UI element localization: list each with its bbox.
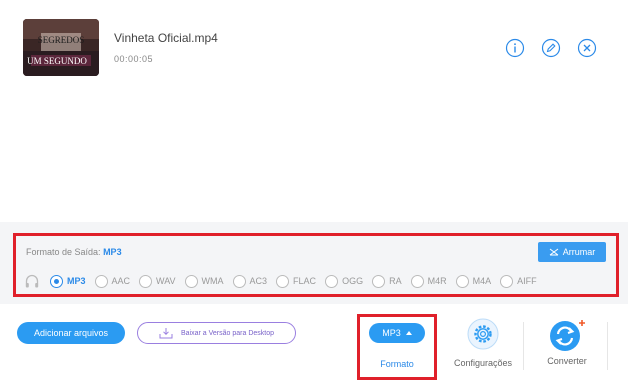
format-option-label: WMA [201,276,224,286]
settings-button[interactable]: Configurações [448,318,518,368]
convert-icon [550,320,585,351]
radio-button[interactable] [410,274,424,288]
thumbnail-text-1: SEGREDOS [38,35,85,45]
format-option-aiff[interactable]: AIFF [500,274,537,288]
format-selector: MP3 Formato [357,314,437,380]
format-option-label: OGG [342,276,364,286]
convert-label: Converter [547,356,587,366]
output-format-caption: Formato de Saída: [26,247,101,257]
radio-button[interactable] [139,274,153,288]
format-option-m4a[interactable]: M4A [455,274,492,288]
format-option-wma[interactable]: WMA [184,274,224,288]
format-option-label: MP3 [67,276,86,286]
radio-button[interactable] [232,274,246,288]
radio-button[interactable] [372,274,386,288]
arrumar-label: Arrumar [562,247,596,257]
format-option-wav[interactable]: WAV [139,274,176,288]
toolbar-divider [523,322,524,370]
format-dropdown-button[interactable]: MP3 [369,323,425,343]
settings-gear-icon [467,318,499,350]
format-option-label: RA [389,276,402,286]
info-icon[interactable] [505,38,525,58]
radio-button[interactable] [325,274,339,288]
format-option-ogg[interactable]: OGG [325,274,364,288]
format-option-label: FLAC [293,276,317,286]
format-option-flac[interactable]: FLAC [276,274,317,288]
format-option-label: AC3 [249,276,268,286]
headphone-icon [24,273,40,289]
settings-label: Configurações [453,358,513,368]
format-options: MP3 AAC WAV WMA AC3 FLAC OGG RA M4R M4A … [50,273,546,289]
radio-button[interactable] [184,274,198,288]
format-option-aac[interactable]: AAC [94,274,131,288]
close-icon[interactable] [577,38,597,58]
format-option-m4r[interactable]: M4R [410,274,447,288]
format-option-label: M4A [472,276,492,286]
file-duration: 00:00:05 [114,54,154,64]
toolbar-divider [607,322,608,370]
format-label: Formato [380,359,414,369]
radio-button[interactable] [50,274,63,288]
thumbnail-image: SEGREDOS UM SEGUNDO [23,19,99,76]
format-option-label: AAC [111,276,131,286]
format-option-label: M4R [427,276,447,286]
output-format-value: MP3 [103,247,122,257]
convert-button[interactable]: Converter [532,318,602,366]
format-option-mp3[interactable]: MP3 [50,274,86,288]
arrumar-button[interactable]: Arrumar [538,242,606,262]
format-option-ra[interactable]: RA [372,274,402,288]
download-desktop-label: Baixar a Versão para Desktop [181,329,274,337]
thumbnail-text-2: UM SEGUNDO [27,56,87,66]
output-format-panel: Formato de Saída: MP3 Arrumar MP3 AAC WA… [13,233,619,297]
video-thumbnail: SEGREDOS UM SEGUNDO [23,19,99,76]
format-option-ac3[interactable]: AC3 [232,274,268,288]
file-name: Vinheta Oficial.mp4 [114,31,218,45]
format-dropdown-value: MP3 [382,328,401,338]
edit-icon[interactable] [541,38,561,58]
file-item: SEGREDOS UM SEGUNDO Vinheta Oficial.mp4 … [0,0,628,90]
format-option-label: AIFF [517,276,537,286]
add-files-button[interactable]: Adicionar arquivos [17,322,125,344]
download-icon [159,328,173,339]
radio-button[interactable] [276,274,290,288]
format-option-label: WAV [156,276,176,286]
output-format-label: Formato de Saída: MP3 [26,247,122,257]
download-desktop-button[interactable]: Baixar a Versão para Desktop [137,322,296,344]
radio-button[interactable] [94,274,108,288]
caret-up-icon [405,331,412,335]
radio-button[interactable] [500,274,514,288]
radio-button[interactable] [455,274,469,288]
arrumar-icon [549,248,559,256]
